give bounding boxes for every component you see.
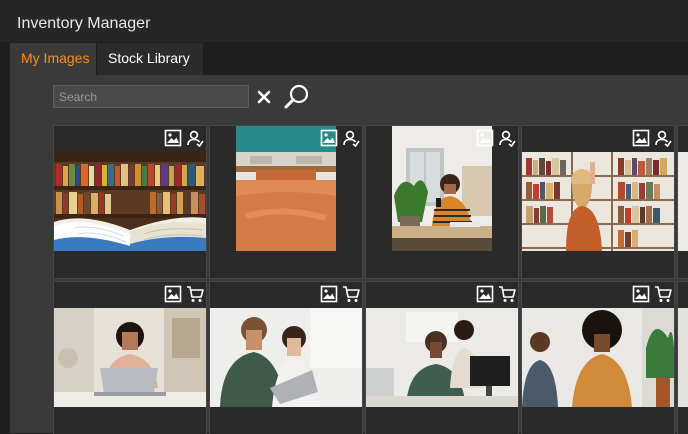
image-icon[interactable] — [632, 285, 650, 303]
image-card-partial[interactable] — [677, 125, 688, 279]
cart-icon[interactable] — [186, 285, 204, 303]
clear-search-button[interactable] — [251, 85, 277, 108]
image-card[interactable] — [521, 125, 675, 279]
photo-woman-at-bookshelf[interactable] — [522, 152, 674, 251]
title-bar: Inventory Manager — [0, 0, 688, 42]
user-icon[interactable] — [498, 129, 516, 148]
close-icon — [257, 90, 271, 103]
photo-women-meeting[interactable] — [522, 308, 674, 407]
image-icon[interactable] — [320, 129, 338, 147]
tab-stock-library[interactable]: Stock Library — [97, 43, 203, 75]
user-icon[interactable] — [342, 129, 360, 148]
photo-colleagues-laptop[interactable] — [210, 308, 362, 407]
cart-icon[interactable] — [342, 285, 360, 303]
image-card[interactable] — [365, 281, 519, 434]
cart-icon[interactable] — [654, 285, 672, 303]
photo-partial[interactable] — [678, 308, 688, 407]
image-card[interactable] — [53, 281, 207, 434]
image-icon[interactable] — [164, 129, 182, 147]
image-card[interactable] — [365, 125, 519, 279]
user-icon[interactable] — [654, 129, 672, 148]
user-icon[interactable] — [186, 129, 204, 148]
photo-open-book[interactable] — [54, 152, 206, 251]
photo-team-at-computer[interactable] — [366, 308, 518, 407]
image-card[interactable] — [53, 125, 207, 279]
image-icon[interactable] — [632, 129, 650, 147]
window-title: Inventory Manager — [17, 15, 151, 32]
image-icon[interactable] — [164, 285, 182, 303]
photo-woman-laptop[interactable] — [54, 308, 206, 407]
search-icon — [284, 84, 309, 109]
image-icon[interactable] — [476, 285, 494, 303]
search-button[interactable] — [282, 82, 312, 112]
image-card[interactable] — [209, 281, 363, 434]
image-icon[interactable] — [476, 129, 494, 147]
photo-partial[interactable] — [678, 152, 688, 251]
tab-my-images[interactable]: My Images — [10, 43, 96, 75]
search-input[interactable] — [53, 85, 249, 108]
image-card-partial[interactable] — [677, 281, 688, 434]
image-card[interactable] — [209, 125, 363, 279]
cart-icon[interactable] — [498, 285, 516, 303]
image-card[interactable] — [521, 281, 675, 434]
image-icon[interactable] — [320, 285, 338, 303]
